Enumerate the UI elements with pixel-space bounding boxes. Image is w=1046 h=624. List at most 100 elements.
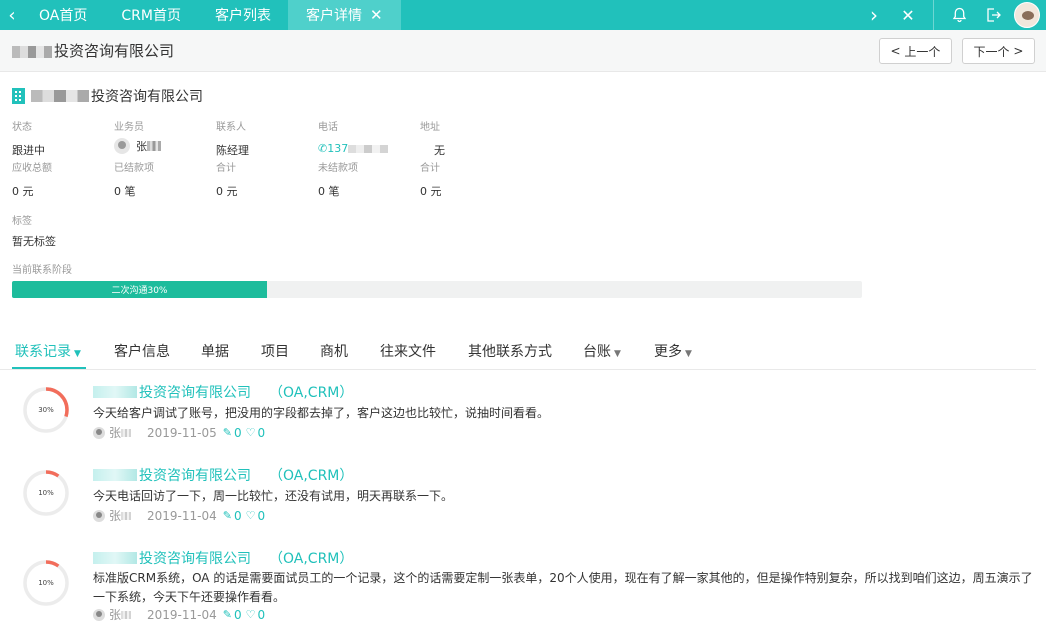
close-all-icon[interactable]: ✕ [891,0,925,30]
heart-icon: ♡ [245,426,256,439]
building-icon [12,88,25,104]
like-count[interactable]: ♡ 0 [246,426,266,440]
record-company: 投资咨询有限公司 [139,468,251,484]
progress-ring: 10% [22,469,70,517]
tab-crm-home[interactable]: CRM首页 [104,0,198,30]
tab-customer-info[interactable]: 客户信息 [114,341,170,361]
tab-contact-records[interactable]: 联系记录 ▼ [15,341,81,361]
redacted-text [121,428,132,437]
record-title[interactable]: 投资咨询有限公司 （OA,CRM） [93,382,353,402]
page-title: 投资咨询有限公司 [12,40,174,61]
info-unsettled-sum: 合计 0 元 [420,159,522,199]
tab-customer-detail[interactable]: 客户详情 ✕ [287,0,401,30]
redacted-text [93,552,137,564]
chevron-left-icon[interactable]: ‹ [0,0,24,30]
prev-label: 上一个 [904,44,941,59]
bell-icon[interactable] [942,0,976,30]
record-user: 张 [109,426,122,440]
redacted-text [31,90,89,102]
info-value: 0 笔 [114,185,136,198]
caret-down-icon: ▼ [614,349,621,359]
info-address: 地址 无 [420,118,522,158]
tab-opportunities[interactable]: 商机 [320,341,348,361]
info-value: 跟进中 [12,144,45,157]
record-text: 标准版CRM系统，OA 的话是需要面试员工的一个记录，这个的话需要定制一张表单，… [93,571,1033,604]
tab-documents[interactable]: 单据 [201,341,229,361]
edit-count[interactable]: ✎ 0 [223,509,242,523]
tab-label: 台账 [583,344,611,360]
record-meta: 张 2019-11-05 ✎ 0 ♡ 0 [93,424,265,441]
progress-ring: 30% [22,386,70,434]
stage-label: 当前联系阶段 [12,265,72,276]
like-count[interactable]: ♡ 0 [246,608,266,622]
logout-icon[interactable] [976,0,1010,30]
chevron-right-icon[interactable]: › [857,0,891,30]
record-meta: 张 2019-11-04 ✎ 0 ♡ 0 [93,507,265,524]
tab-oa-home[interactable]: OA首页 [24,0,104,30]
tab-projects[interactable]: 项目 [261,341,289,361]
tab-files[interactable]: 往来文件 [380,341,436,361]
stage-progress-fill: 二次沟通30% [12,281,267,298]
tab-label: 联系记录 [15,344,71,360]
info-label: 联系人 [216,122,246,133]
redacted-text [121,610,132,619]
tab-ledger[interactable]: 台账 ▼ [583,341,621,361]
info-label: 应收总额 [12,163,52,174]
info-salesperson: 业务员 张 [114,118,216,154]
prev-button[interactable]: < 上一个 [879,38,952,64]
tab-customer-list[interactable]: 客户列表 [198,0,288,30]
tab-more[interactable]: 更多 ▼ [654,341,692,361]
next-button[interactable]: 下一个 > [962,38,1035,64]
edit-icon: ✎ [222,509,232,522]
info-settled-sum: 合计 0 元 [216,159,318,199]
record-tag: （OA,CRM） [269,468,354,484]
close-tab-icon[interactable]: ✕ [370,6,383,24]
record-date: 2019-11-05 [147,425,217,440]
edit-count-value: 0 [233,425,242,440]
record-date: 2019-11-04 [147,508,217,523]
redacted-text [121,511,132,520]
page-header: 投资咨询有限公司 < 上一个 下一个 > [0,30,1046,72]
active-tab-underline [12,367,86,369]
avatar [114,138,130,154]
chevron-right-icon: > [1009,44,1024,58]
info-value: 0 元 [12,185,34,198]
record-nav: < 上一个 下一个 > [879,38,1035,64]
record-title[interactable]: 投资咨询有限公司 （OA,CRM） [93,548,353,568]
stage-progress-text: 二次沟通30% [111,286,168,296]
company-name: 投资咨询有限公司 [12,86,203,106]
page-title-text: 投资咨询有限公司 [54,42,175,60]
progress-ring-label: 10% [38,579,54,587]
info-label: 地址 [420,122,440,133]
info-settled: 已结款项 0 笔 [114,159,216,199]
content-tabs: 联系记录 ▼ 客户信息 单据 项目 商机 往来文件 其他联系方式 台账 ▼ 更多 ▼ [0,333,1036,370]
tags-label: 标签 [12,216,32,227]
salesperson-name: 张 [136,140,147,153]
record-title[interactable]: 投资咨询有限公司 （OA,CRM） [93,465,353,485]
tab-label: 更多 [654,344,682,360]
edit-count[interactable]: ✎ 0 [223,426,242,440]
edit-icon: ✎ [222,608,232,621]
phone-link[interactable]: ✆ 137 [318,142,420,155]
like-count[interactable]: ♡ 0 [246,509,266,523]
heart-icon: ♡ [245,608,256,621]
info-unsettled: 未结款项 0 笔 [318,159,420,199]
record-company: 投资咨询有限公司 [139,385,251,401]
user-avatar[interactable] [1014,2,1040,28]
record-date: 2019-11-04 [147,607,217,622]
info-status: 状态 跟进中 [12,118,114,158]
record-meta: 张 2019-11-04 ✎ 0 ♡ 0 [93,606,265,623]
company-name-text: 投资咨询有限公司 [91,89,203,105]
redacted-text [93,386,137,398]
info-label: 业务员 [114,122,144,133]
progress-ring: 10% [22,559,70,607]
caret-down-icon: ▼ [74,349,81,359]
avatar [93,426,105,439]
info-value: 0 元 [420,185,442,198]
info-label: 未结款项 [318,163,358,174]
avatar [93,608,105,621]
edit-count[interactable]: ✎ 0 [223,608,242,622]
phone-number: 137 [327,142,349,155]
record-text: 今天给客户调试了账号，把没用的字段都去掉了，客户这边也比较忙，说抽时间看看。 [93,406,550,420]
tab-other-contacts[interactable]: 其他联系方式 [468,341,552,361]
